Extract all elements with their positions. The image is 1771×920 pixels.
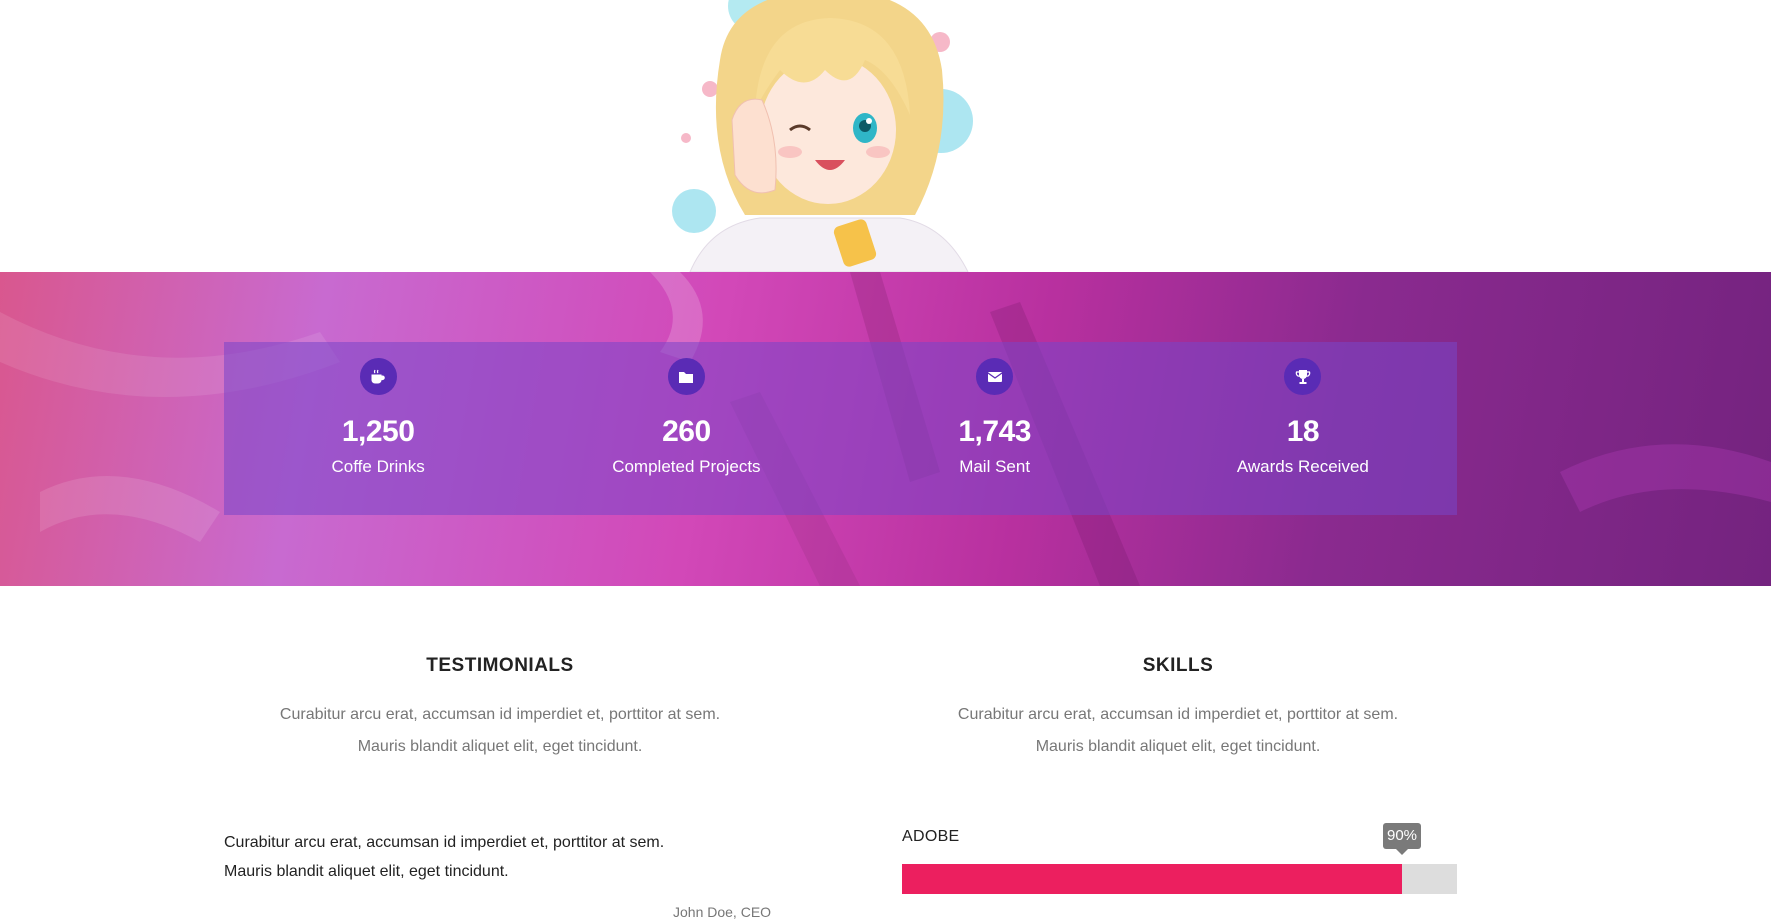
skill-name-adobe: ADOBE <box>902 828 960 845</box>
testimonials-description: Curabitur arcu erat, accumsan id imperdi… <box>190 699 810 763</box>
anime-girl-illustration <box>672 0 973 272</box>
stats-panel: 1,250 Coffe Drinks 260 Completed Project… <box>224 342 1457 515</box>
stat-value: 1,743 <box>958 415 1031 448</box>
description-line: Mauris blandit aliquet elit, eget tincid… <box>1035 738 1321 755</box>
quote-line: Mauris blandit aliquet elit, eget tincid… <box>224 863 509 880</box>
stat-awards: 18 Awards Received <box>1149 342 1457 515</box>
description-line: Curabitur arcu erat, accumsan id imperdi… <box>279 706 721 723</box>
skill-progress-track <box>902 864 1457 894</box>
stat-label: Mail Sent <box>959 457 1031 476</box>
envelope-icon <box>976 358 1014 395</box>
stat-coffee: 1,250 Coffe Drinks <box>224 342 532 515</box>
testimonials-title: TESTIMONIALS <box>426 655 574 676</box>
stats-band: 1,250 Coffe Drinks 260 Completed Project… <box>0 272 1771 586</box>
stat-projects: 260 Completed Projects <box>532 342 840 515</box>
trophy-icon <box>1284 358 1322 395</box>
quote-line: Curabitur arcu erat, accumsan id imperdi… <box>224 834 665 851</box>
stat-value: 1,250 <box>341 415 415 448</box>
stat-label: Completed Projects <box>612 457 761 476</box>
skills-description: Curabitur arcu erat, accumsan id imperdi… <box>868 699 1488 763</box>
skills-title: SKILLS <box>1142 655 1214 676</box>
folder-icon <box>667 358 705 395</box>
stat-label: Awards Received <box>1236 457 1369 476</box>
description-line: Mauris blandit aliquet elit, eget tincid… <box>357 738 643 755</box>
stat-value: 18 <box>1286 415 1320 448</box>
skill-progress-fill <box>902 864 1402 894</box>
stat-mail: 1,743 Mail Sent <box>841 342 1149 515</box>
skills-section: SKILLS Curabitur arcu erat, accumsan id … <box>868 640 1488 763</box>
testimonial-quote: Curabitur arcu erat, accumsan id imperdi… <box>224 828 784 886</box>
description-line: Curabitur arcu erat, accumsan id imperdi… <box>957 706 1399 723</box>
testimonials-section: TESTIMONIALS Curabitur arcu erat, accums… <box>190 640 810 763</box>
coffee-icon <box>359 358 397 395</box>
stat-value: 260 <box>662 415 711 448</box>
hero-illustration-area <box>0 0 1771 272</box>
skill-percent-tooltip: 90% <box>1383 823 1422 855</box>
stat-label: Coffe Drinks <box>331 457 425 476</box>
